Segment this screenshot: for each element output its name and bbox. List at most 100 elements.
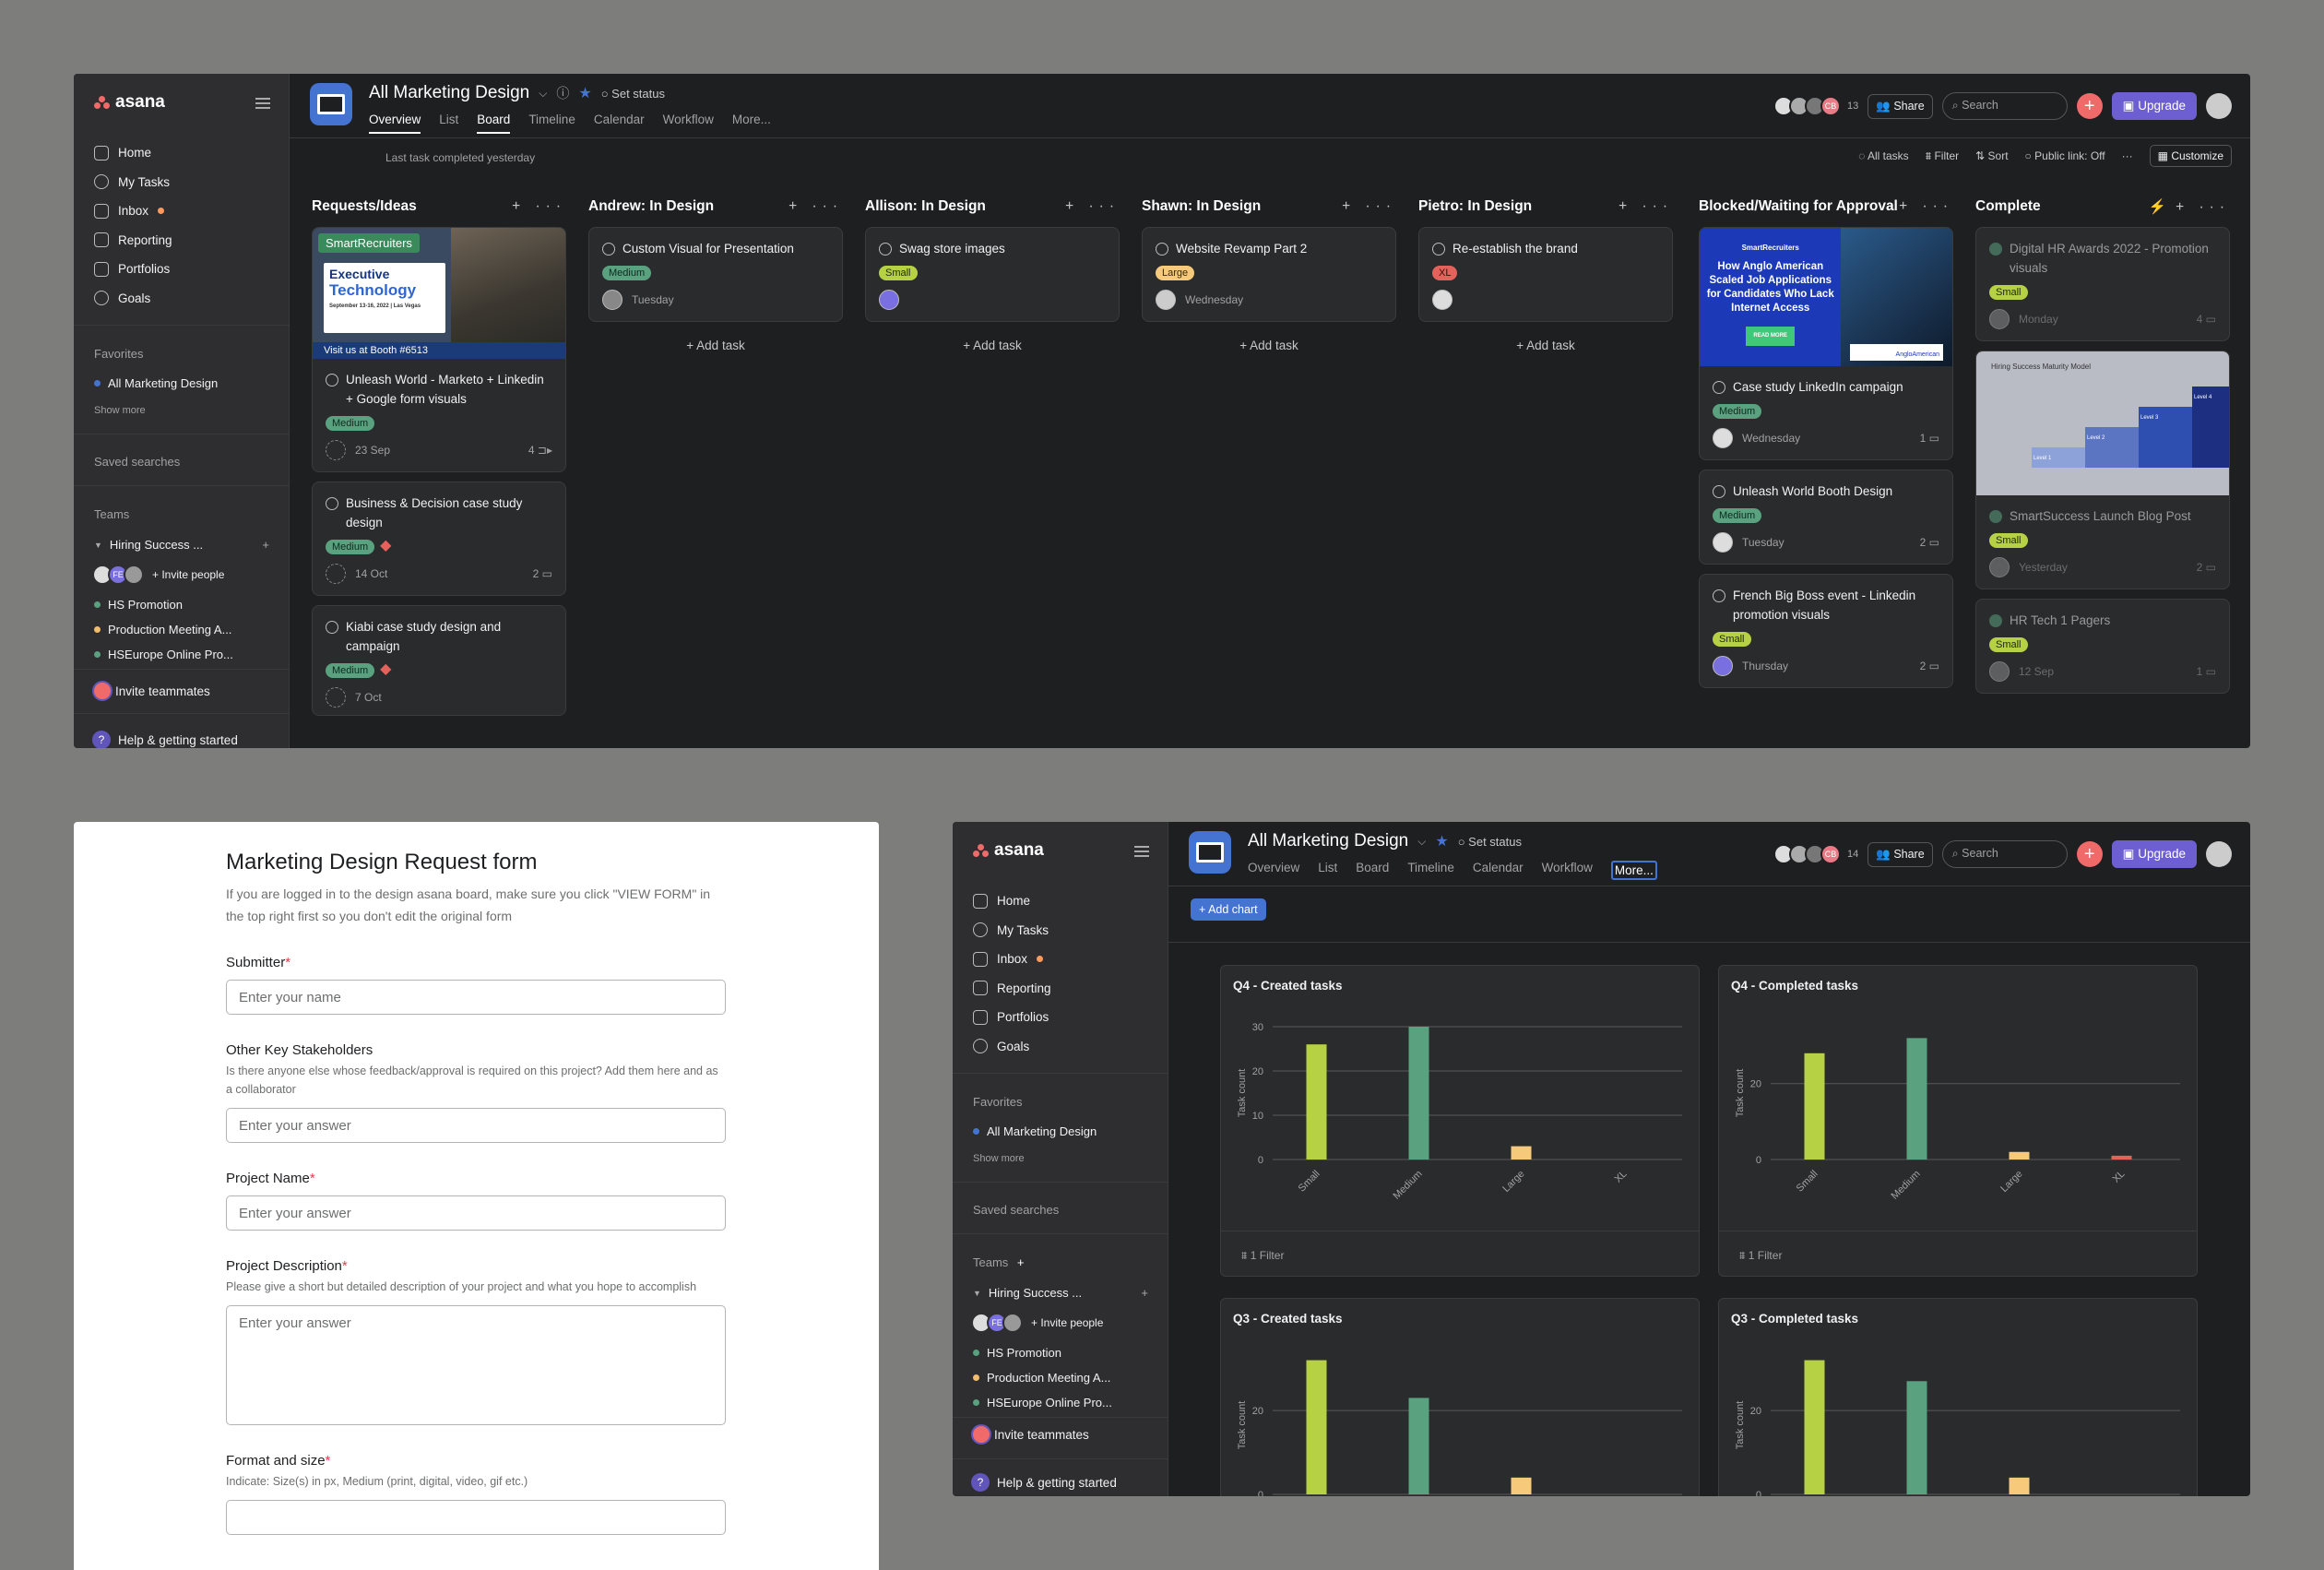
invite-people-link[interactable]: + Invite people — [152, 568, 224, 581]
size-tag[interactable]: Medium — [326, 416, 375, 431]
comment-count[interactable]: 1 ▭ — [2197, 665, 2216, 678]
comment-count[interactable]: 2 ▭ — [1920, 660, 1939, 672]
add-chart-button[interactable]: + Add chart — [1191, 898, 1266, 921]
tab-workflow[interactable]: Workflow — [663, 113, 714, 134]
upgrade-button[interactable]: ▣ Upgrade — [2111, 92, 2197, 120]
complete-checkbox[interactable] — [602, 243, 615, 256]
chart-card[interactable]: Q3 - Completed tasks 0 20 Task count — [1718, 1298, 2198, 1496]
stakeholders-input[interactable]: Enter your answer — [226, 1108, 726, 1143]
task-card[interactable]: Hiring Success Maturity Model Level 1 Le… — [1975, 351, 2230, 589]
complete-checkbox[interactable] — [326, 374, 338, 387]
comment-count[interactable]: 2 ▭ — [533, 567, 552, 580]
tab-overview[interactable]: Overview — [369, 113, 421, 134]
project-icon[interactable] — [1189, 831, 1231, 874]
project-icon[interactable] — [310, 83, 352, 125]
profile-avatar[interactable] — [2206, 93, 2232, 119]
column-actions[interactable]: + ··· — [788, 198, 843, 215]
share-button[interactable]: 👥 Share — [1868, 841, 1933, 867]
complete-checkbox[interactable] — [1713, 485, 1725, 498]
sort-button[interactable]: ⇅ Sort — [1975, 149, 2008, 162]
sidebar-item-goals[interactable]: Goals — [94, 284, 172, 314]
assignee-avatar[interactable] — [1432, 290, 1452, 310]
complete-checkbox[interactable] — [1989, 243, 2002, 256]
info-icon[interactable]: ⓘ — [556, 84, 569, 102]
filter-button[interactable]: ⩩ Filter — [1926, 149, 1959, 163]
star-icon[interactable]: ★ — [578, 84, 591, 102]
assignee-avatar[interactable] — [1713, 656, 1733, 676]
column-actions[interactable]: + ··· — [1342, 198, 1396, 215]
add-project-icon[interactable]: + — [262, 538, 269, 552]
task-card[interactable]: French Big Boss event - Linkedin promoti… — [1699, 574, 1953, 688]
assignee-avatar[interactable] — [1989, 661, 2010, 682]
complete-checkbox[interactable] — [1432, 243, 1445, 256]
tab-board[interactable]: Board — [1356, 861, 1389, 880]
tab-calendar[interactable]: Calendar — [594, 113, 645, 134]
add-team-icon[interactable]: + — [1017, 1255, 1025, 1269]
add-task-button[interactable]: + Add task — [865, 339, 1120, 352]
task-card[interactable]: Swag store images Small — [865, 227, 1120, 322]
comment-count[interactable]: 4 ▭ — [2197, 313, 2216, 326]
show-more-link[interactable]: Show more — [973, 1153, 1025, 1164]
submitter-input[interactable]: Enter your name — [226, 980, 726, 1015]
complete-checkbox[interactable] — [1989, 614, 2002, 627]
avatar[interactable] — [124, 565, 144, 585]
search-input[interactable]: ⌕ Search — [1941, 92, 2068, 120]
lightning-icon[interactable]: ⚡ — [2149, 199, 2166, 215]
comment-count[interactable]: 2 ▭ — [1920, 536, 1939, 549]
task-card[interactable]: Digital HR Awards 2022 - Promotion visua… — [1975, 227, 2230, 341]
assignee-avatar[interactable] — [602, 290, 622, 310]
column-actions[interactable]: + ··· — [1899, 198, 1953, 215]
project-item[interactable]: HS Promotion — [94, 598, 183, 612]
sidebar-item-inbox[interactable]: Inbox — [973, 945, 1051, 974]
size-tag[interactable]: XL — [1432, 266, 1458, 280]
add-project-icon[interactable]: + — [1141, 1286, 1148, 1300]
create-button[interactable]: + — [2076, 93, 2103, 119]
task-card[interactable]: Business & Decision case study design Me… — [312, 482, 566, 596]
sidebar-item-reporting[interactable]: Reporting — [973, 974, 1051, 1004]
more-options-icon[interactable]: ··· — [2122, 149, 2133, 162]
assignee-avatar[interactable] — [1713, 532, 1733, 553]
size-tag[interactable]: Medium — [1713, 508, 1762, 523]
project-title[interactable]: All Marketing Design — [369, 83, 529, 103]
task-card[interactable]: SmartRecruiters Executive Technology Septe… — [312, 227, 566, 472]
invite-teammates-button[interactable]: Invite teammates — [971, 1424, 1089, 1445]
assignee-placeholder[interactable] — [326, 687, 346, 708]
sidebar-item-my-tasks[interactable]: My Tasks — [94, 168, 172, 197]
subtask-count[interactable]: 4 ⊐▸ — [528, 444, 552, 457]
member-avatars[interactable]: CB 14 — [1773, 844, 1858, 864]
chevron-down-icon[interactable]: ⌵ — [1417, 835, 1426, 849]
tab-list[interactable]: List — [439, 113, 458, 134]
size-tag[interactable]: Small — [879, 266, 918, 280]
public-link-toggle[interactable]: ○ Public link: Off — [2025, 149, 2105, 162]
project-item[interactable]: Production Meeting A... — [973, 1371, 1110, 1385]
size-tag[interactable]: Medium — [1713, 404, 1762, 419]
chevron-down-icon[interactable]: ⌵ — [539, 87, 547, 101]
complete-checkbox[interactable] — [326, 621, 338, 634]
sidebar-item-my-tasks[interactable]: My Tasks — [973, 916, 1051, 946]
member-avatars[interactable]: CB 13 — [1773, 96, 1858, 116]
asana-logo[interactable]: asana — [94, 92, 165, 113]
chart-card[interactable]: Q4 - Created tasks 0 10 20 30 Task count Smal… — [1220, 965, 1700, 1277]
task-card[interactable]: Re-establish the brand XL — [1418, 227, 1673, 322]
add-task-button[interactable]: + Add task — [1418, 339, 1673, 352]
sidebar-item-goals[interactable]: Goals — [973, 1032, 1051, 1062]
assignee-placeholder[interactable] — [326, 440, 346, 460]
column-actions[interactable]: ⚡ + ··· — [2149, 198, 2230, 216]
task-card[interactable]: Unleash World Booth Design Medium Tuesda… — [1699, 470, 1953, 565]
sidebar-item-inbox[interactable]: Inbox — [94, 196, 172, 226]
size-tag[interactable]: Small — [1989, 533, 2028, 548]
saved-searches-link[interactable]: Saved searches — [973, 1203, 1059, 1217]
project-item[interactable]: HS Promotion — [973, 1346, 1061, 1360]
comment-count[interactable]: 2 ▭ — [2197, 561, 2216, 574]
project-title[interactable]: All Marketing Design — [1248, 831, 1408, 851]
team-item[interactable]: ▼ Hiring Success ... + — [94, 538, 269, 552]
complete-checkbox[interactable] — [879, 243, 892, 256]
chart-filter[interactable]: ⩩ 1 Filter — [1739, 1249, 1782, 1263]
assignee-placeholder[interactable] — [326, 564, 346, 584]
help-button[interactable]: ? Help & getting started — [92, 731, 238, 748]
chart-card[interactable]: Q3 - Created tasks 0 20 Task count — [1220, 1298, 1700, 1496]
share-button[interactable]: 👥 Share — [1868, 93, 1933, 119]
upgrade-button[interactable]: ▣ Upgrade — [2111, 840, 2197, 868]
team-item[interactable]: ▼ Hiring Success ... + — [973, 1286, 1148, 1300]
assignee-avatar[interactable] — [1989, 557, 2010, 577]
